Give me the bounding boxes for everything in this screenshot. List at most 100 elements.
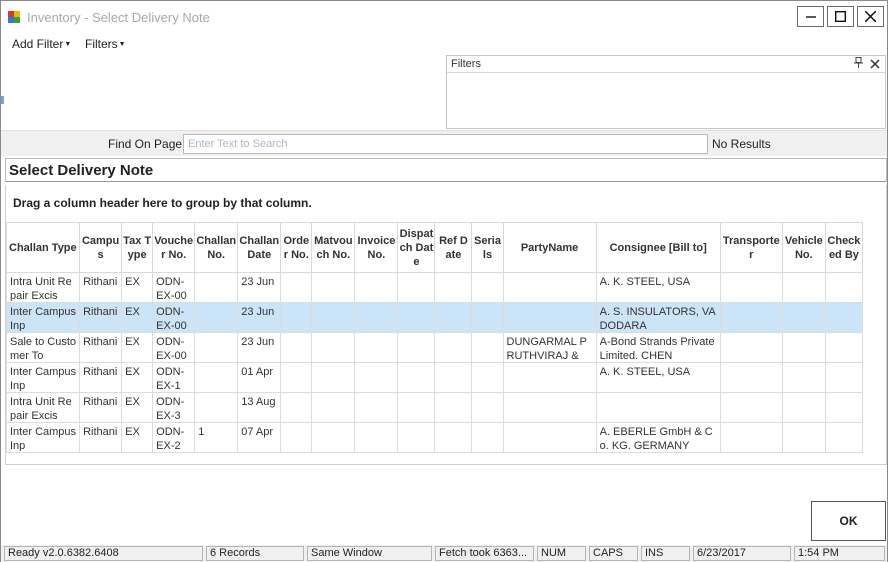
ok-button[interactable]: OK [811,501,886,541]
cell-text: A-Bond Strands Private Limited. CHEN [599,336,715,361]
cell-text [600,395,717,421]
table-cell: Intra Unit Repair Excis [5,392,81,423]
table-cell: Rithani [79,332,123,363]
cell-text [829,335,859,361]
find-input[interactable] [183,134,708,154]
panel-close-icon[interactable] [870,56,880,72]
cell-text: Inter Campus Inp [10,426,77,451]
cell-text: A. K. STEEL, USA [599,276,691,288]
table-cell: ODN-EX-1 [152,362,196,393]
table-cell: 23 Jun [237,332,282,363]
table-cell [397,422,436,453]
filters-label: Filters [85,37,118,51]
table-cell: 01 Apr [237,362,282,393]
cell-text: Inter Campus Inp [10,306,77,331]
cell-text [401,275,431,301]
table-cell [502,422,597,453]
cell-text [507,275,593,301]
cell-text: 1 [198,426,205,438]
cell-text [507,425,593,451]
table-cell: EX [121,392,154,423]
cell-text [438,335,468,361]
add-filter-menu[interactable]: Add Filter▼ [12,37,71,51]
table-row[interactable]: Sale to Customer To Rithani EX ODN-EX-00 23 … [5,332,864,363]
table-cell [502,302,597,333]
cell-text [358,365,394,391]
table-cell [280,362,313,393]
cell-text [724,275,779,301]
column-header[interactable]: PartyName [502,222,597,273]
table-cell: ODN-EX-2 [152,422,196,453]
cell-text [284,335,308,361]
table-cell [280,302,313,333]
cell-text [786,305,822,331]
table-cell [781,362,826,393]
table-cell [824,422,864,453]
table-cell [781,392,826,423]
table-cell [280,392,313,423]
cell-text [786,275,822,301]
table-cell: A-Bond Strands Private Limited. CHEN [595,332,721,363]
table-cell: ODN-EX-00 [152,302,196,333]
cell-text [198,305,234,331]
cell-text [284,425,308,451]
column-header[interactable]: Challan No. [194,222,239,273]
table-cell: ODN-EX-00 [152,332,196,363]
table-cell [502,392,597,423]
minimize-button[interactable] [797,6,824,27]
table-cell: 13 Aug [237,392,282,423]
table-cell: EX [121,272,154,303]
title-bar: Inventory - Select Delivery Note [1,1,887,33]
table-row[interactable]: Inter Campus Inp Rithani EX ODN-EX-1 01 Apr A… [5,362,864,393]
column-header[interactable]: Challan Date [237,222,282,273]
table-cell [781,332,826,363]
cell-text [401,395,431,421]
column-header[interactable]: Challan Type [5,222,81,273]
column-header[interactable]: Ref Date [434,222,473,273]
column-header[interactable]: Dispatch Date [397,222,436,273]
table-cell [194,362,239,393]
column-header[interactable]: Transporter [719,222,783,273]
table-cell [471,392,504,423]
delivery-note-grid: Challan Type Campus Tax Type Voucher No.… [5,222,864,453]
column-header[interactable]: Checked By [824,222,864,273]
column-header[interactable]: Tax Type [121,222,154,273]
column-header[interactable]: Order No. [280,222,313,273]
column-header[interactable]: Campus [79,222,123,273]
table-row[interactable]: Intra Unit Repair Excis Rithani EX ODN-EX-3… [5,392,864,423]
filters-menu[interactable]: Filters▼ [85,37,126,51]
cell-text [198,395,234,421]
table-cell [311,272,356,303]
column-header[interactable]: Voucher No. [152,222,196,273]
table-row[interactable]: Intra Unit Repair Excis Rithani EX ODN-EX-0… [5,272,864,303]
cell-text [475,365,499,391]
cell-text [829,395,859,421]
column-header[interactable]: Vehicle No. [781,222,826,273]
cell-text [198,275,234,301]
cell-text [475,395,499,421]
cell-text [401,305,431,331]
column-header[interactable]: Consignee [Bill to] [595,222,721,273]
table-cell [354,272,399,303]
filters-panel-header: Filters [447,56,885,73]
pin-icon[interactable] [854,57,863,71]
column-header[interactable]: Serials [471,222,504,273]
table-cell [824,332,864,363]
column-header[interactable]: Matvouch No. [311,222,356,273]
cell-text [507,305,593,331]
table-cell [397,362,436,393]
cell-text: Rithani [83,426,118,438]
cell-text [358,395,394,421]
cell-text: Intra Unit Repair Excis [10,396,72,421]
table-cell [194,392,239,423]
table-cell [311,332,356,363]
cell-text: 23 Jun [241,305,275,318]
cell-text [475,425,499,451]
table-row[interactable]: Inter Campus Inp Rithani EX ODN-EX-00 23 Jun… [5,302,864,333]
cell-text [829,365,859,391]
table-row[interactable]: Inter Campus Inp Rithani EX ODN-EX-2 1 07 Apr… [5,422,864,453]
close-button[interactable] [857,6,884,27]
maximize-button[interactable] [827,6,854,27]
status-num: NUM [537,546,586,561]
column-header[interactable]: Invoice No. [354,222,399,273]
